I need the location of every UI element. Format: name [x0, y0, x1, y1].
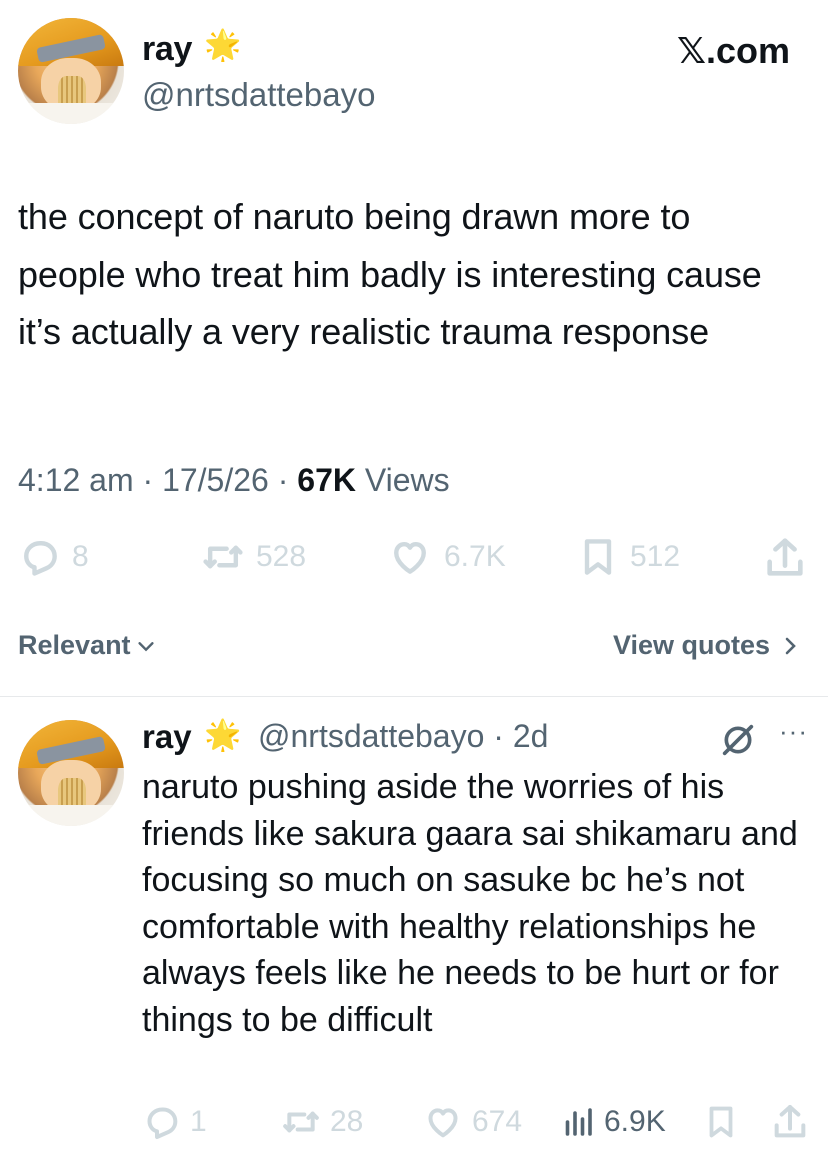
- reply-share-button[interactable]: [770, 1102, 810, 1142]
- views-count: 67K: [297, 462, 356, 498]
- user-handle[interactable]: @nrtsdattebayo: [142, 76, 375, 114]
- share-icon: [767, 538, 803, 576]
- reply-like-count: 674: [472, 1105, 523, 1138]
- repost-icon: [203, 545, 243, 569]
- reply-like-button[interactable]: 674: [422, 1102, 522, 1142]
- avatar[interactable]: [18, 18, 124, 124]
- reply-text: naruto pushing aside the worries of his …: [142, 768, 798, 1039]
- chevron-down-icon: [137, 641, 154, 651]
- like-button[interactable]: 6.7K: [386, 535, 506, 579]
- bookmark-icon: [584, 539, 612, 575]
- reply-star-badge-icon: 🌟: [204, 719, 242, 752]
- tweet-meta: 4:12 am · 17/5/26 · 67K Views: [18, 462, 450, 498]
- tweet-screenshot: ray 🌟 @nrtsdattebayo 𝕏.com the concept o…: [0, 0, 828, 1163]
- reply-avatar[interactable]: [18, 720, 124, 826]
- view-quotes-link[interactable]: View quotes: [613, 630, 802, 661]
- tweet-time[interactable]: 4:12 am: [18, 462, 134, 498]
- share-icon: [774, 1105, 806, 1138]
- bookmark-button[interactable]: 512: [576, 535, 680, 579]
- share-button[interactable]: [762, 535, 808, 581]
- bookmark-count: 512: [630, 540, 681, 573]
- tweet-actions: 8 528 6.7K 512: [18, 535, 810, 583]
- like-count: 6.7K: [444, 540, 506, 573]
- reply-button[interactable]: 8: [18, 535, 89, 579]
- reply-views-count: 6.9K: [604, 1105, 666, 1138]
- reply-repost-count: 28: [330, 1105, 364, 1138]
- reply-icon: [24, 541, 57, 576]
- heart-icon: [428, 1108, 458, 1138]
- grok-icon[interactable]: [718, 720, 758, 765]
- display-name[interactable]: ray: [142, 30, 192, 69]
- divider: [0, 696, 828, 697]
- sort-relevant-dropdown[interactable]: Relevant: [18, 630, 157, 661]
- tweet-text: the concept of naruto being drawn more t…: [18, 196, 762, 352]
- reply-icon: [147, 1107, 178, 1139]
- reply-actions: 1 28 674 6.9K: [142, 1102, 812, 1146]
- tweet-date[interactable]: 17/5/26: [162, 462, 269, 498]
- views-chart-icon: [565, 1108, 592, 1136]
- reply-reply-count: 1: [190, 1105, 207, 1138]
- reply-views-button[interactable]: 6.9K: [560, 1102, 666, 1142]
- repost-count: 528: [256, 540, 307, 573]
- sort-label: Relevant: [18, 630, 131, 660]
- bookmark-icon: [709, 1106, 733, 1138]
- star-badge-icon: 🌟: [204, 29, 242, 62]
- chevron-right-icon: [785, 637, 796, 654]
- reply-count: 8: [72, 540, 89, 573]
- heart-icon: [394, 541, 426, 574]
- reply-bookmark-button[interactable]: [702, 1102, 740, 1142]
- views-label: Views: [364, 462, 450, 498]
- x-logo: 𝕏.com: [676, 30, 790, 71]
- repost-icon: [283, 1111, 319, 1133]
- reply-reply-button[interactable]: 1: [142, 1102, 207, 1142]
- reply-repost-button[interactable]: 28: [280, 1102, 363, 1142]
- more-options-icon[interactable]: ···: [779, 716, 808, 747]
- repost-button[interactable]: 528: [200, 535, 306, 579]
- reply-display-name[interactable]: ray: [142, 718, 192, 756]
- view-quotes-label: View quotes: [612, 630, 770, 660]
- reply-handle-time[interactable]: @nrtsdattebayo · 2d: [258, 718, 548, 755]
